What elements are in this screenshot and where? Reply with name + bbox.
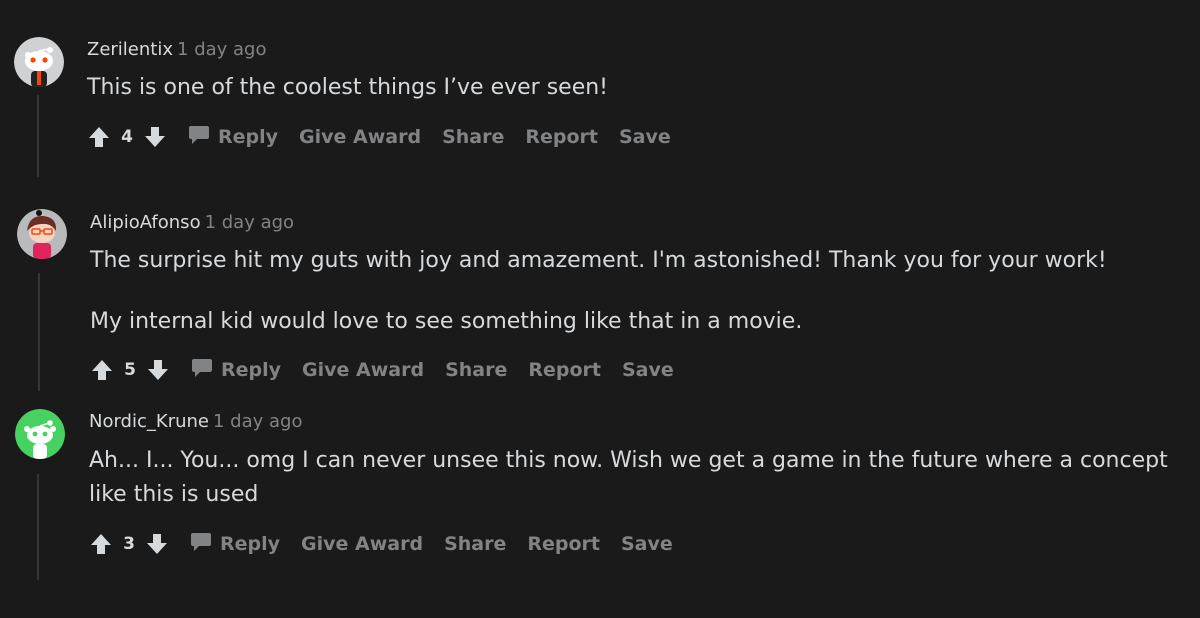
upvote-icon[interactable]: [90, 533, 112, 555]
downvote-icon[interactable]: [146, 533, 168, 555]
snoo-avatar-icon: [15, 409, 65, 459]
chat-bubble-icon: [190, 532, 212, 557]
comment-actions: 3 Reply Give Award Share Report Save: [90, 529, 673, 559]
comment-text: Ah... I... You... omg I can never unsee …: [89, 448, 1168, 507]
give-award-button[interactable]: Give Award: [301, 533, 423, 555]
thread-line[interactable]: [37, 474, 39, 580]
save-button[interactable]: Save: [621, 533, 673, 555]
author-name[interactable]: Nordic_Krune: [89, 411, 209, 432]
report-button[interactable]: Report: [527, 533, 600, 555]
reply-button[interactable]: Reply: [190, 532, 280, 557]
timestamp[interactable]: 1 day ago: [213, 411, 302, 432]
reply-label: Reply: [220, 533, 281, 555]
vote-score: 3: [123, 534, 135, 554]
share-button[interactable]: Share: [444, 533, 506, 555]
comment-meta: Nordic_Krune 1 day ago: [89, 411, 302, 433]
user-avatar[interactable]: [15, 409, 65, 459]
comment: Nordic_Krune 1 day ago Ah... I... You... …: [0, 0, 1200, 600]
